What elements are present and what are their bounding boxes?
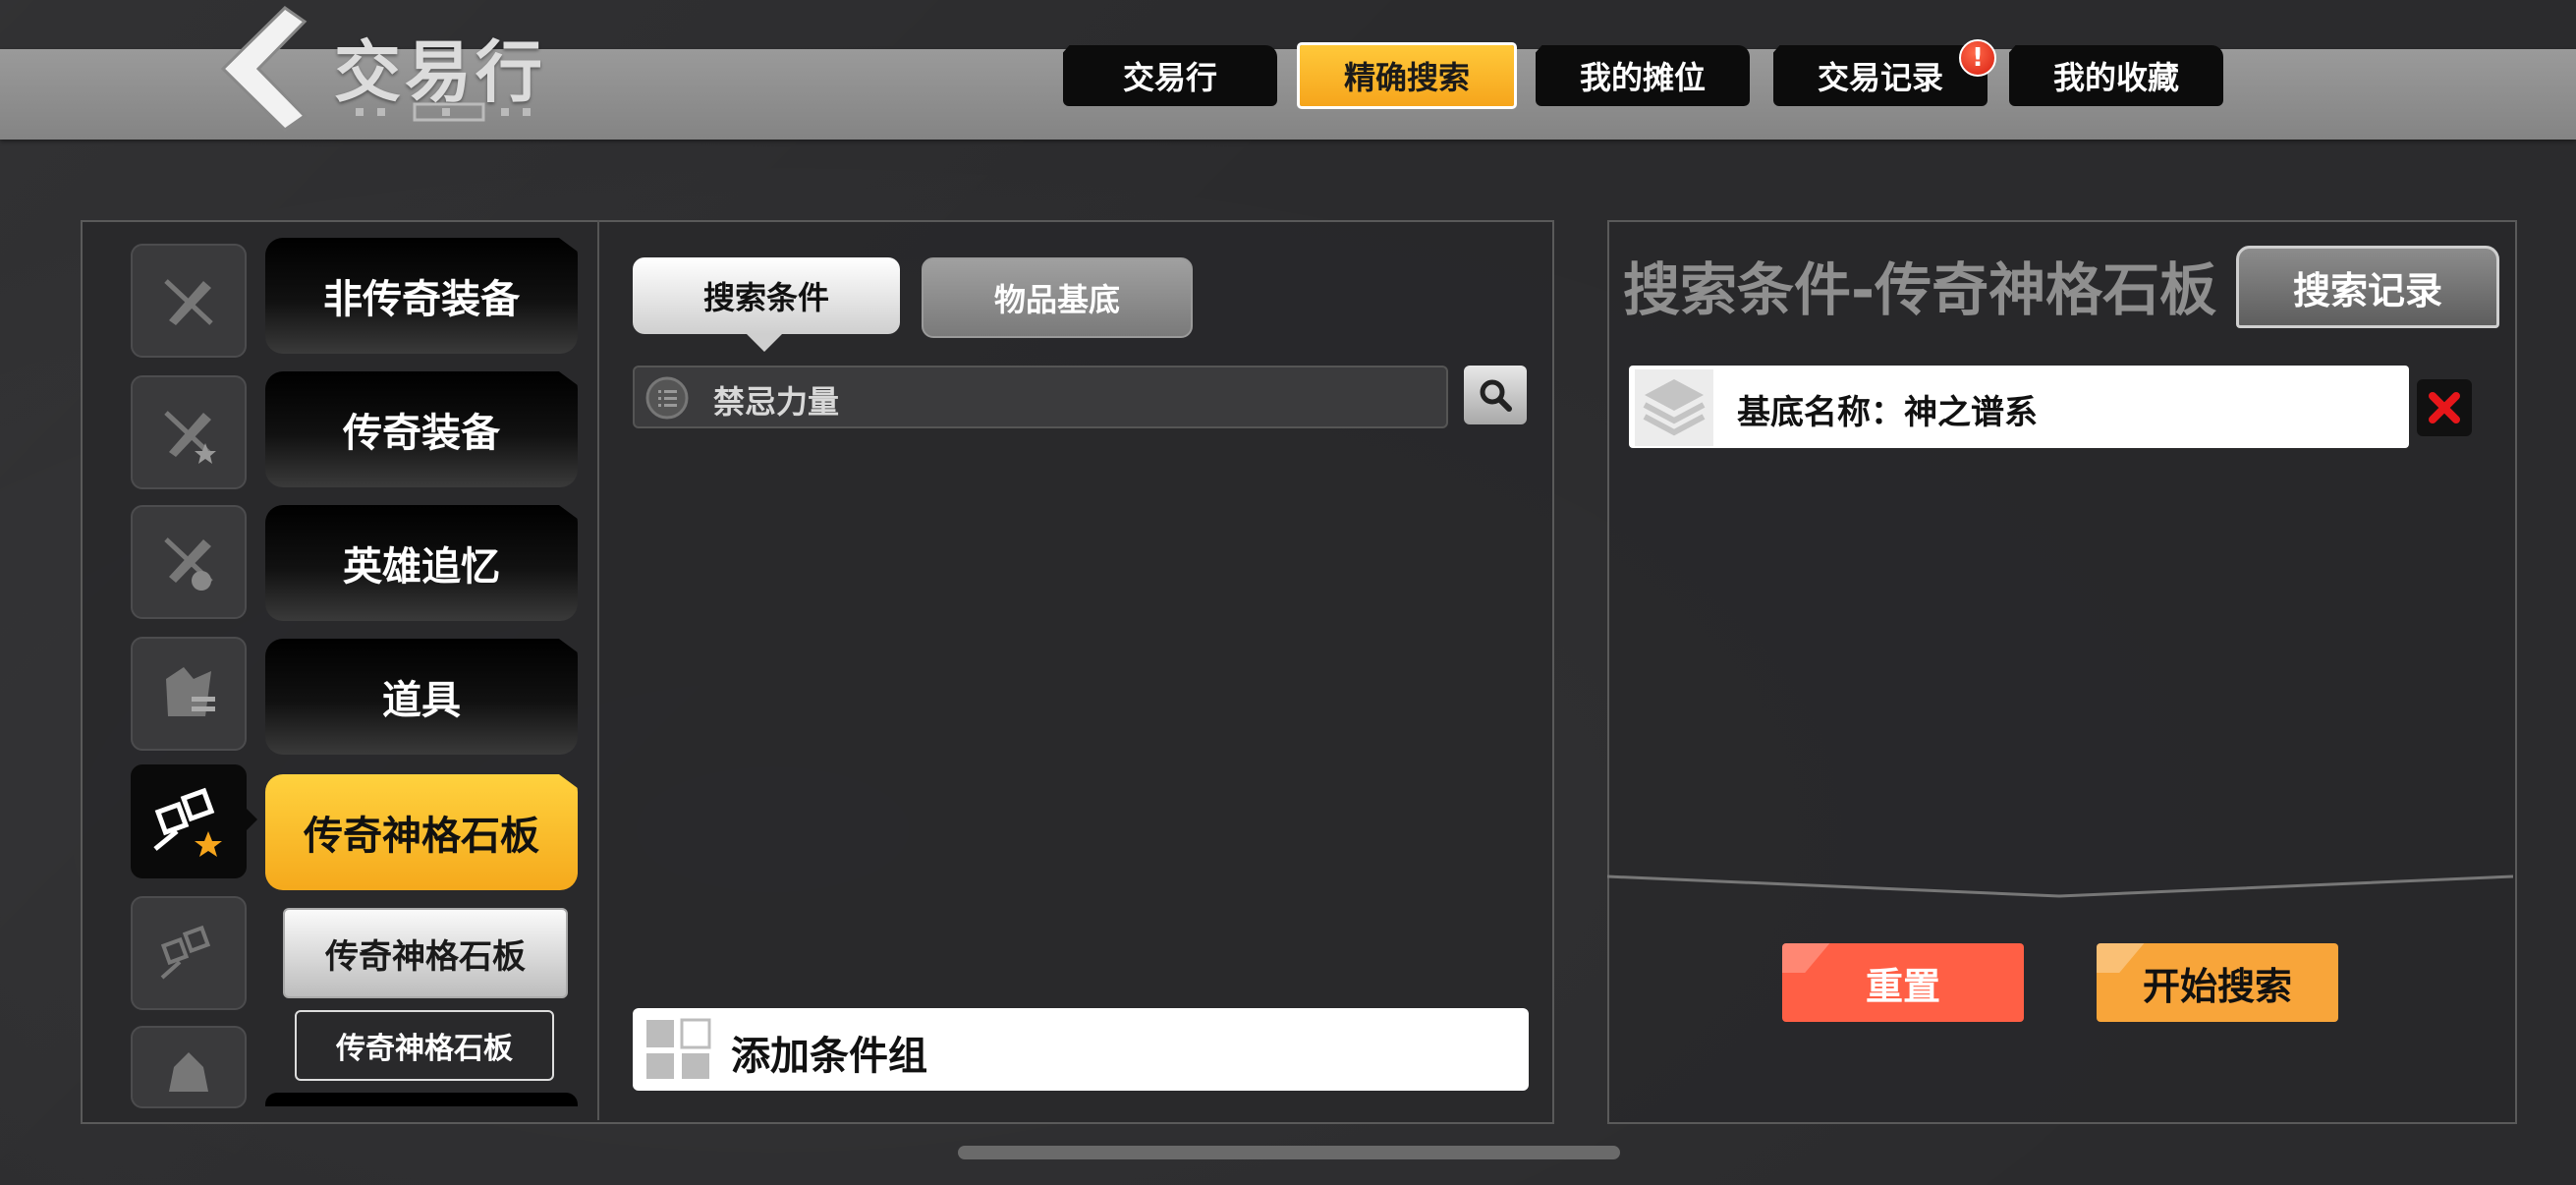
active-pointer xyxy=(244,806,257,833)
divinity-slate-star-icon[interactable] xyxy=(131,764,247,878)
altar-icon[interactable] xyxy=(131,1026,247,1108)
category-next-partial xyxy=(265,1093,578,1106)
category-hero-memory[interactable]: 英雄追忆 xyxy=(265,505,578,621)
right-panel xyxy=(1607,220,2517,1124)
tab-my-stall[interactable]: 我的摊位 xyxy=(1536,45,1750,106)
layers-icon xyxy=(1635,369,1713,446)
segment-pointer xyxy=(747,334,782,352)
search-input[interactable]: 禁忌力量 xyxy=(633,366,1448,428)
crossed-sword-icon[interactable] xyxy=(131,244,247,358)
button-stripe xyxy=(1782,943,1838,973)
grid-add-icon xyxy=(646,1018,711,1079)
notification-badge: ! xyxy=(1959,39,1996,77)
search-value: 禁忌力量 xyxy=(713,383,840,421)
back-button[interactable] xyxy=(211,0,319,138)
title-decoration xyxy=(356,102,531,122)
category-legendary-divinity-slate[interactable]: 传奇神格石板 xyxy=(265,774,578,890)
panel-divider xyxy=(597,220,599,1120)
reset-label: 重置 xyxy=(1865,964,1940,1008)
category-non-legendary-gear[interactable]: 非传奇装备 xyxy=(265,238,578,354)
conditions-title: 搜索条件-传奇神格石板 xyxy=(1623,256,2217,323)
search-history-button[interactable]: 搜索记录 xyxy=(2236,246,2499,328)
back-chevron-icon xyxy=(220,6,308,132)
search-button[interactable] xyxy=(1464,366,1527,424)
delete-condition-button[interactable] xyxy=(2417,379,2472,436)
magnifier-icon xyxy=(1480,379,1512,412)
start-search-label: 开始搜索 xyxy=(2142,964,2292,1008)
condition-item: 基底名称：神之谱系 xyxy=(1629,366,2409,448)
category-items[interactable]: 道具 xyxy=(265,639,578,755)
page-title: 交易行 xyxy=(334,34,547,112)
condition-text: 基底名称：神之谱系 xyxy=(1737,393,2038,432)
bottom-scroll-bar[interactable] xyxy=(958,1146,1620,1159)
tab-my-favorites[interactable]: 我的收藏 xyxy=(2009,45,2223,106)
segment-item-base[interactable]: 物品基底 xyxy=(922,257,1193,338)
close-icon xyxy=(2429,392,2460,423)
subcategory-item-selected[interactable]: 传奇神格石板 xyxy=(283,908,568,998)
category-legendary-gear[interactable]: 传奇装备 xyxy=(265,371,578,487)
tab-trade-records[interactable]: 交易记录 xyxy=(1773,45,1988,106)
item-bag-icon[interactable] xyxy=(131,637,247,751)
list-icon xyxy=(645,376,689,420)
tab-trading-house[interactable]: 交易行 xyxy=(1063,45,1277,106)
crossed-sword-star-icon[interactable] xyxy=(131,375,247,489)
subcategory-item[interactable]: 传奇神格石板 xyxy=(295,1010,554,1081)
reset-button[interactable]: 重置 xyxy=(1782,943,2024,1022)
add-condition-group-button[interactable]: 添加条件组 xyxy=(633,1008,1529,1091)
bottom-divider xyxy=(1607,875,2513,898)
start-search-button[interactable]: 开始搜索 xyxy=(2097,943,2338,1022)
divinity-slate-icon[interactable] xyxy=(131,896,247,1010)
add-condition-group-label: 添加条件组 xyxy=(731,1034,927,1079)
segment-search-conditions[interactable]: 搜索条件 xyxy=(633,257,900,334)
tab-precise-search[interactable]: 精确搜索 xyxy=(1297,42,1517,109)
crossed-sword-hero-icon[interactable] xyxy=(131,505,247,619)
